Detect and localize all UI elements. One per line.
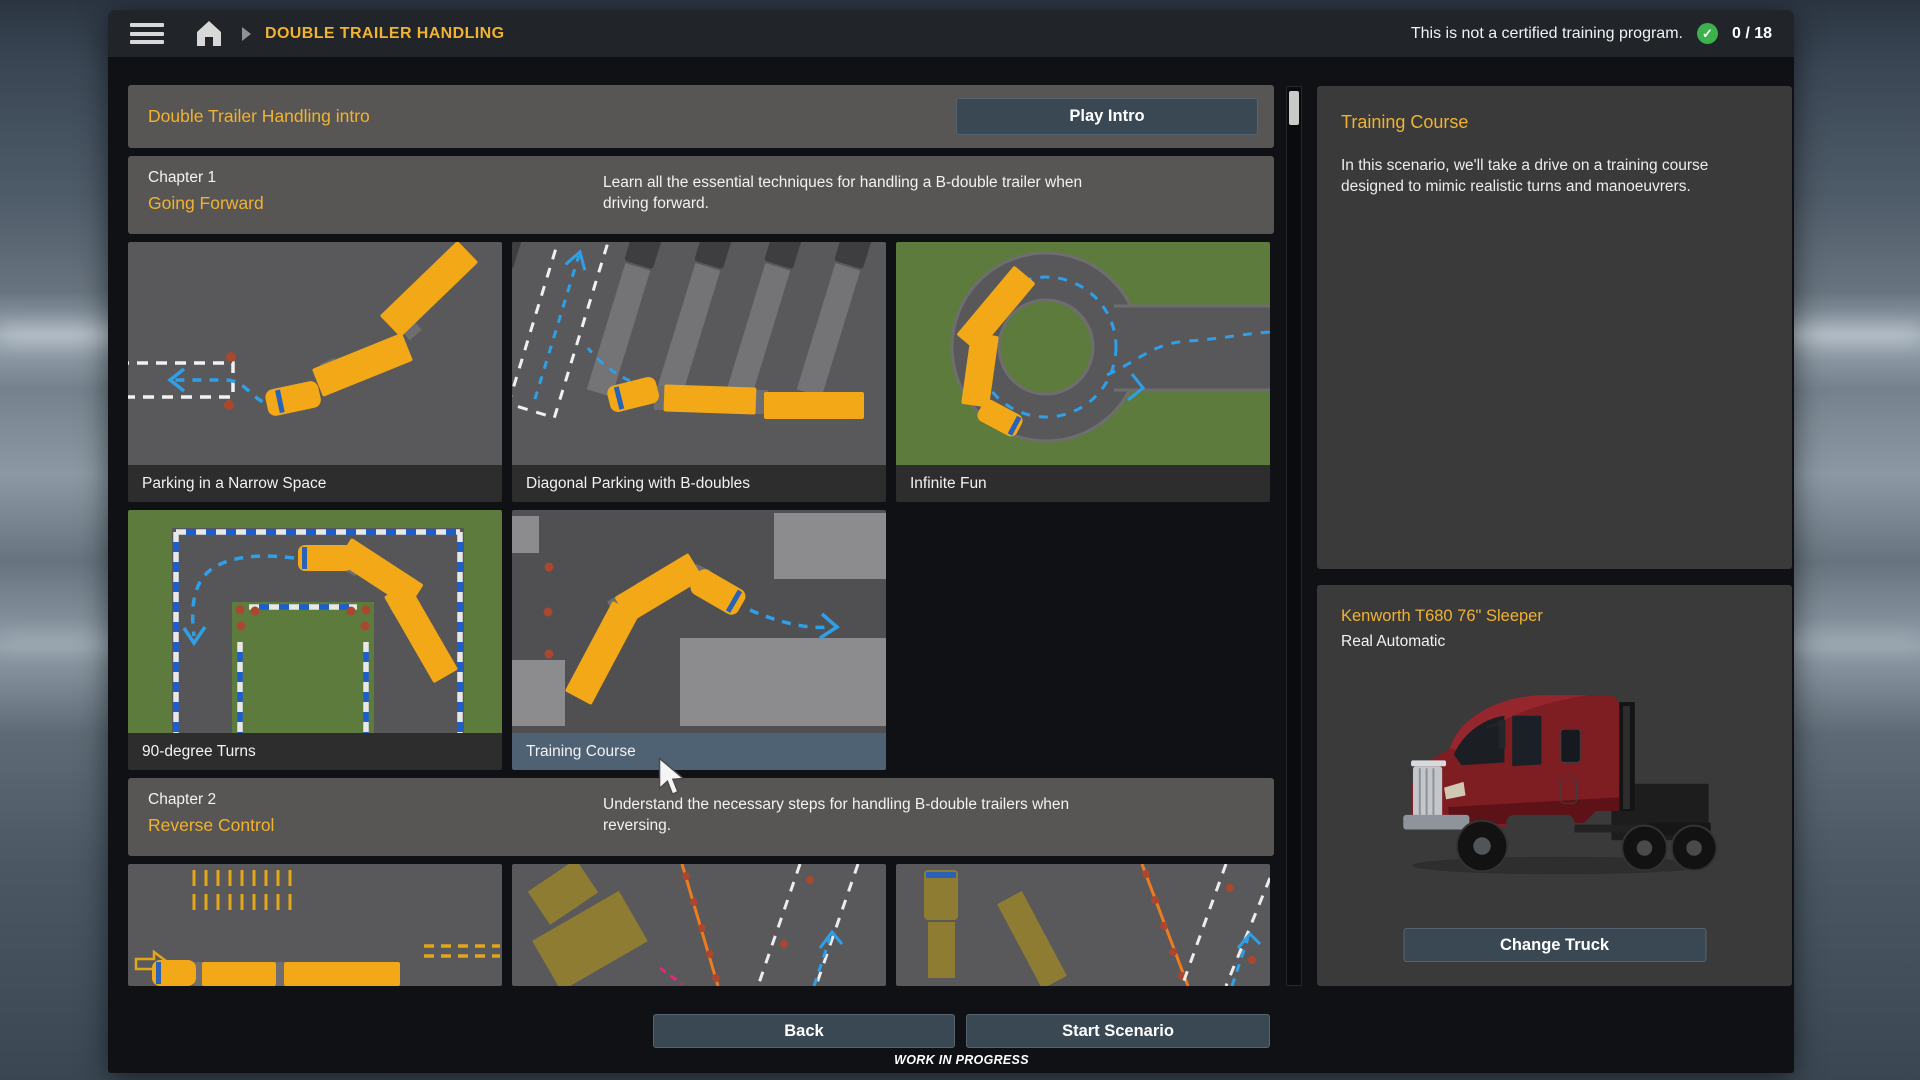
truck-transmission: Real Automatic — [1341, 633, 1768, 651]
scenario-list: Double Trailer Handling intro Play Intro… — [128, 85, 1274, 986]
chapter-description: Understand the necessary steps for handl… — [603, 791, 1128, 856]
scenario-caption: Parking in a Narrow Space — [128, 465, 502, 502]
scenario-details-title: Training Course — [1341, 112, 1768, 133]
change-truck-button[interactable]: Change Truck — [1403, 928, 1706, 962]
scenario-thumbnail — [512, 242, 886, 465]
chapter-1-header: Chapter 1 Going Forward Learn all the es… — [128, 156, 1274, 234]
truck-image — [1387, 669, 1723, 883]
scenario-tile-parking-narrow-space[interactable]: Parking in a Narrow Space — [128, 242, 502, 502]
truck-name: Kenworth T680 76" Sleeper — [1341, 607, 1768, 626]
scenario-thumbnail — [896, 864, 1270, 986]
progress-counter: 0 / 18 — [1732, 25, 1772, 43]
scenario-details-description: In this scenario, we'll take a drive on … — [1341, 155, 1768, 197]
check-circle-icon: ✓ — [1697, 23, 1718, 44]
scenario-thumbnail — [128, 510, 502, 733]
scenario-thumbnail — [512, 510, 886, 733]
scrollbar-track[interactable] — [1286, 86, 1302, 986]
scenario-thumbnail — [512, 864, 886, 986]
chapter-label: Chapter 1 — [148, 169, 603, 187]
menu-icon[interactable] — [130, 23, 164, 44]
scenario-details-panel: Training Course In this scenario, we'll … — [1317, 86, 1792, 569]
play-intro-button[interactable]: Play Intro — [956, 98, 1258, 135]
scrollbar-thumb[interactable] — [1289, 91, 1299, 125]
certification-notice: This is not a certified training program… — [1411, 25, 1683, 43]
home-icon[interactable] — [194, 19, 224, 48]
scenario-thumbnail — [128, 864, 502, 986]
chapter-label: Chapter 2 — [148, 791, 603, 809]
intro-title: Double Trailer Handling intro — [148, 106, 370, 127]
chevron-right-icon — [242, 27, 251, 41]
scenario-thumbnail — [128, 242, 502, 465]
top-bar: DOUBLE TRAILER HANDLING This is not a ce… — [108, 10, 1794, 57]
scenario-caption: Training Course — [512, 733, 886, 770]
chapter-2-header: Chapter 2 Reverse Control Understand the… — [128, 778, 1274, 856]
chapter-title: Reverse Control — [148, 815, 603, 836]
scenario-thumbnail — [896, 242, 1270, 465]
chapter-description: Learn all the essential techniques for h… — [603, 169, 1128, 234]
scenario-caption: Diagonal Parking with B-doubles — [512, 465, 886, 502]
scenario-tile-reverse-3[interactable] — [896, 864, 1270, 986]
start-scenario-button[interactable]: Start Scenario — [966, 1014, 1270, 1048]
work-in-progress-label: WORK IN PROGRESS — [653, 1053, 1270, 1067]
intro-row: Double Trailer Handling intro Play Intro — [128, 85, 1274, 148]
scenario-tile-infinite-fun[interactable]: Infinite Fun — [896, 242, 1270, 502]
back-button[interactable]: Back — [653, 1014, 955, 1048]
scenario-tile-reverse-2[interactable] — [512, 864, 886, 986]
scenario-tile-diagonal-parking[interactable]: Diagonal Parking with B-doubles — [512, 242, 886, 502]
scenario-tile-training-course[interactable]: Training Course — [512, 510, 886, 770]
scenario-tile-90-degree-turns[interactable]: 90-degree Turns — [128, 510, 502, 770]
training-dialog-window: DOUBLE TRAILER HANDLING This is not a ce… — [108, 10, 1794, 1073]
breadcrumb: DOUBLE TRAILER HANDLING — [265, 25, 504, 43]
truck-panel: Kenworth T680 76" Sleeper Real Automatic — [1317, 585, 1792, 986]
chapter-title: Going Forward — [148, 193, 603, 214]
scenario-caption: 90-degree Turns — [128, 733, 502, 770]
scenario-caption: Infinite Fun — [896, 465, 1270, 502]
scenario-tile-reverse-1[interactable] — [128, 864, 502, 986]
